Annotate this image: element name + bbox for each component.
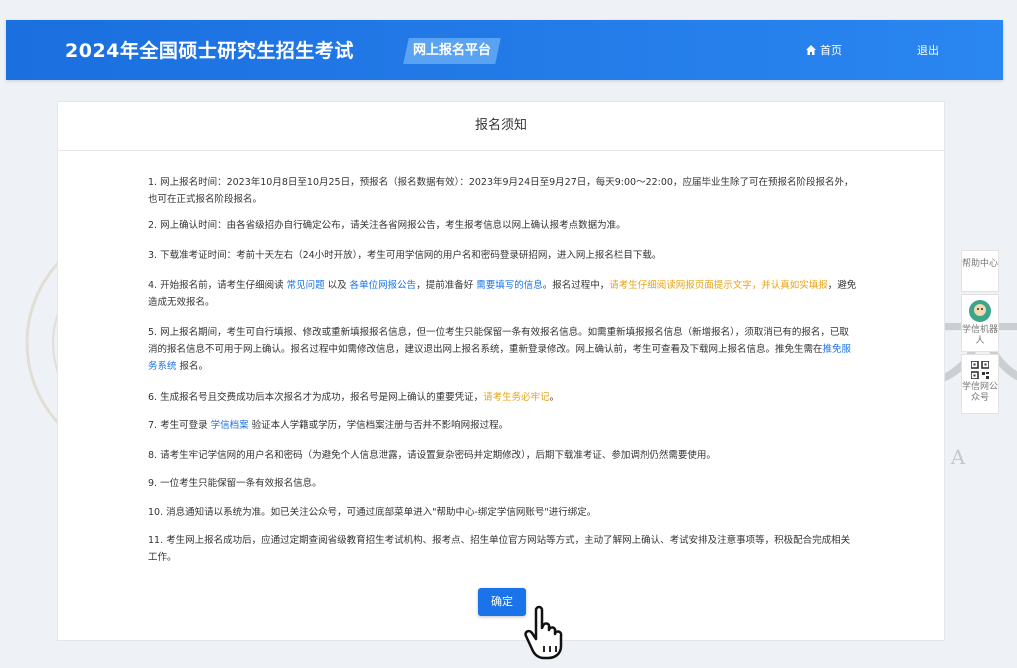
notice-item: 3. 下载准考证时间：考前十天左右（24小时开放），考生可用学信网的用户名和密码… [148, 247, 858, 264]
help-center-button[interactable]: 帮助中心 [961, 250, 999, 292]
nav-logout-link[interactable]: 退出 [917, 42, 939, 58]
notice-warning-text: 请考生仔细阅读网报页面提示文字，并认真如实填报 [609, 280, 828, 291]
notice-text: 报名。 [176, 361, 209, 372]
notice-item: 4. 开始报名前，请考生仔细阅读 常见问题 以及 各单位网报公告，提前准备好 需… [148, 277, 858, 311]
notice-text: ，提前准备好 [416, 280, 477, 291]
help-center-label: 帮助中心 [962, 259, 999, 269]
robot-label: 学信机器人 [962, 325, 999, 346]
notice-item: 1. 网上报名时间：2023年10月8日至10月25日，预报名（报名数据有效）：… [148, 174, 858, 208]
notice-text: 4. 开始报名前，请考生仔细阅读 [148, 280, 287, 291]
notice-link[interactable]: 需要填写的信息 [476, 280, 543, 291]
notice-text: 1. 网上报名时间：2023年10月8日至10月25日，预报名（报名数据有效）：… [148, 177, 854, 205]
notice-text: 6. 生成报名号且交费成功后本次报名才为成功，报名号是网上确认的重要凭证， [148, 392, 484, 403]
notice-item: 7. 考生可登录 学信档案 验证本人学籍或学历，学信档案注册与否并不影响网报过程… [148, 417, 858, 434]
notice-item: 2. 网上确认时间：由各省级招办自行确定公布，请关注各省网报公告，考生报考信息以… [148, 217, 858, 234]
notice-text: 。报名过程中， [542, 280, 610, 291]
notice-item: 8. 请考生牢记学信网的用户名和密码（为避免个人信息泄露，请设置复杂密码并定期修… [148, 447, 858, 464]
notice-item: 11. 考生网上报名成功后，应通过定期查阅省级教育招生考试机构、报考点、招生单位… [148, 532, 858, 566]
notice-item: 6. 生成报名号且交费成功后本次报名才为成功，报名号是网上确认的重要凭证，请考生… [148, 389, 858, 406]
notice-text: 10. 消息通知请以系统为准。如已关注公众号，可通过底部菜单进入"帮助中心-绑定… [148, 507, 597, 518]
wechat-label: 学信网公众号 [962, 382, 999, 403]
qr-code-icon [971, 361, 989, 379]
notice-item: 5. 网上报名期间，考生可自行填报、修改或重新填报报名信息，但一位考生只能保留一… [148, 324, 858, 375]
notice-text: 3. 下载准考证时间：考前十天左右（24小时开放），考生可用学信网的用户名和密码… [148, 250, 662, 261]
nav-home-link[interactable]: 首页 [805, 42, 842, 58]
robot-assistant-button[interactable]: 学信机器人 [961, 294, 999, 352]
site-title: 2024年全国硕士研究生招生考试 [65, 40, 354, 62]
panel-title: 报名须知 [58, 102, 944, 151]
notice-text: 验证本人学籍或学历，学信档案注册与否并不影响网报过程。 [248, 420, 509, 431]
hand-pointer-icon [524, 605, 563, 660]
notice-item: 9. 一位考生只能保留一条有效报名信息。 [148, 475, 858, 492]
robot-icon [969, 300, 991, 322]
notice-text: 8. 请考生牢记学信网的用户名和密码（为避免个人信息泄露，请设置复杂密码并定期修… [148, 450, 716, 461]
notice-panel: 报名须知 1. 网上报名时间：2023年10月8日至10月25日，预报名（报名数… [57, 101, 945, 641]
platform-tag: 网上报名平台 [403, 38, 501, 64]
notice-warning-text: 请考生务必牢记 [483, 392, 550, 403]
notice-link[interactable]: 常见问题 [287, 280, 325, 291]
notice-text: 以及 [324, 280, 350, 291]
nav-home-label: 首页 [820, 44, 842, 57]
notice-text: 。 [549, 392, 560, 403]
notice-item: 10. 消息通知请以系统为准。如已关注公众号，可通过底部菜单进入"帮助中心-绑定… [148, 504, 858, 521]
notice-text: 9. 一位考生只能保留一条有效报名信息。 [148, 478, 322, 489]
notice-text: 5. 网上报名期间，考生可自行填报、修改或重新填报报名信息，但一位考生只能保留一… [148, 327, 849, 355]
notice-link[interactable]: 学信档案 [211, 420, 249, 431]
home-icon [806, 45, 816, 55]
confirm-button[interactable]: 确定 [478, 588, 526, 616]
notice-link[interactable]: 各单位网报公告 [350, 280, 417, 291]
wechat-official-button[interactable]: 学信网公众号 [961, 354, 999, 414]
notice-text: 11. 考生网上报名成功后，应通过定期查阅省级教育招生考试机构、报考点、招生单位… [148, 535, 851, 563]
notice-text: 2. 网上确认时间：由各省级招办自行确定公布，请关注各省网报公告，考生报考信息以… [148, 220, 626, 231]
notice-text: 7. 考生可登录 [148, 420, 211, 431]
top-header: 2024年全国硕士研究生招生考试 网上报名平台 首页 退出 [6, 20, 1003, 80]
